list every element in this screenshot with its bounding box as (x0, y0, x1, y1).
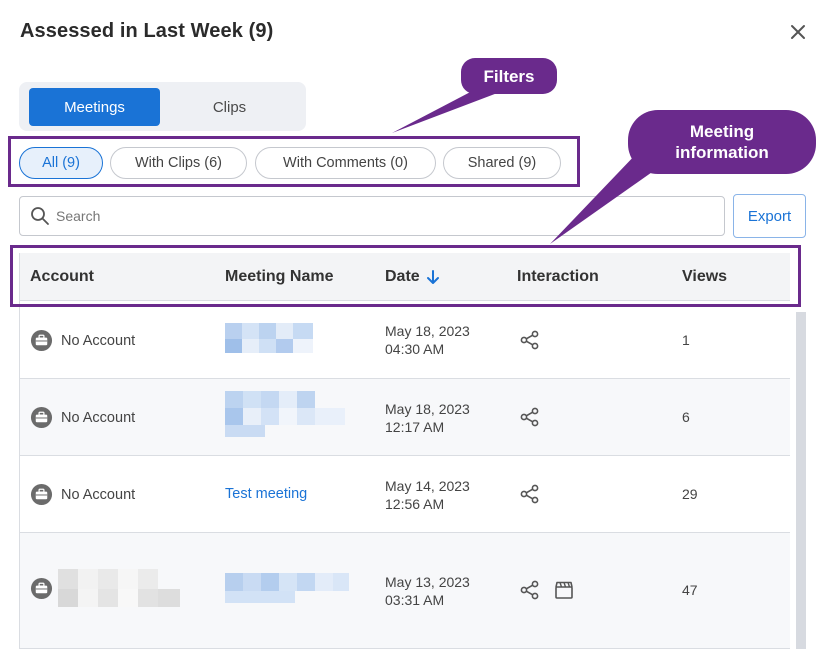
callout-pointers (392, 88, 672, 244)
meeting-information-annotation-line1: Meeting (689, 122, 755, 141)
filters-annotation: Filters (461, 58, 557, 94)
meeting-information-annotation-line2: information (675, 143, 769, 162)
meeting-information-annotation: Meeting information (628, 110, 816, 174)
